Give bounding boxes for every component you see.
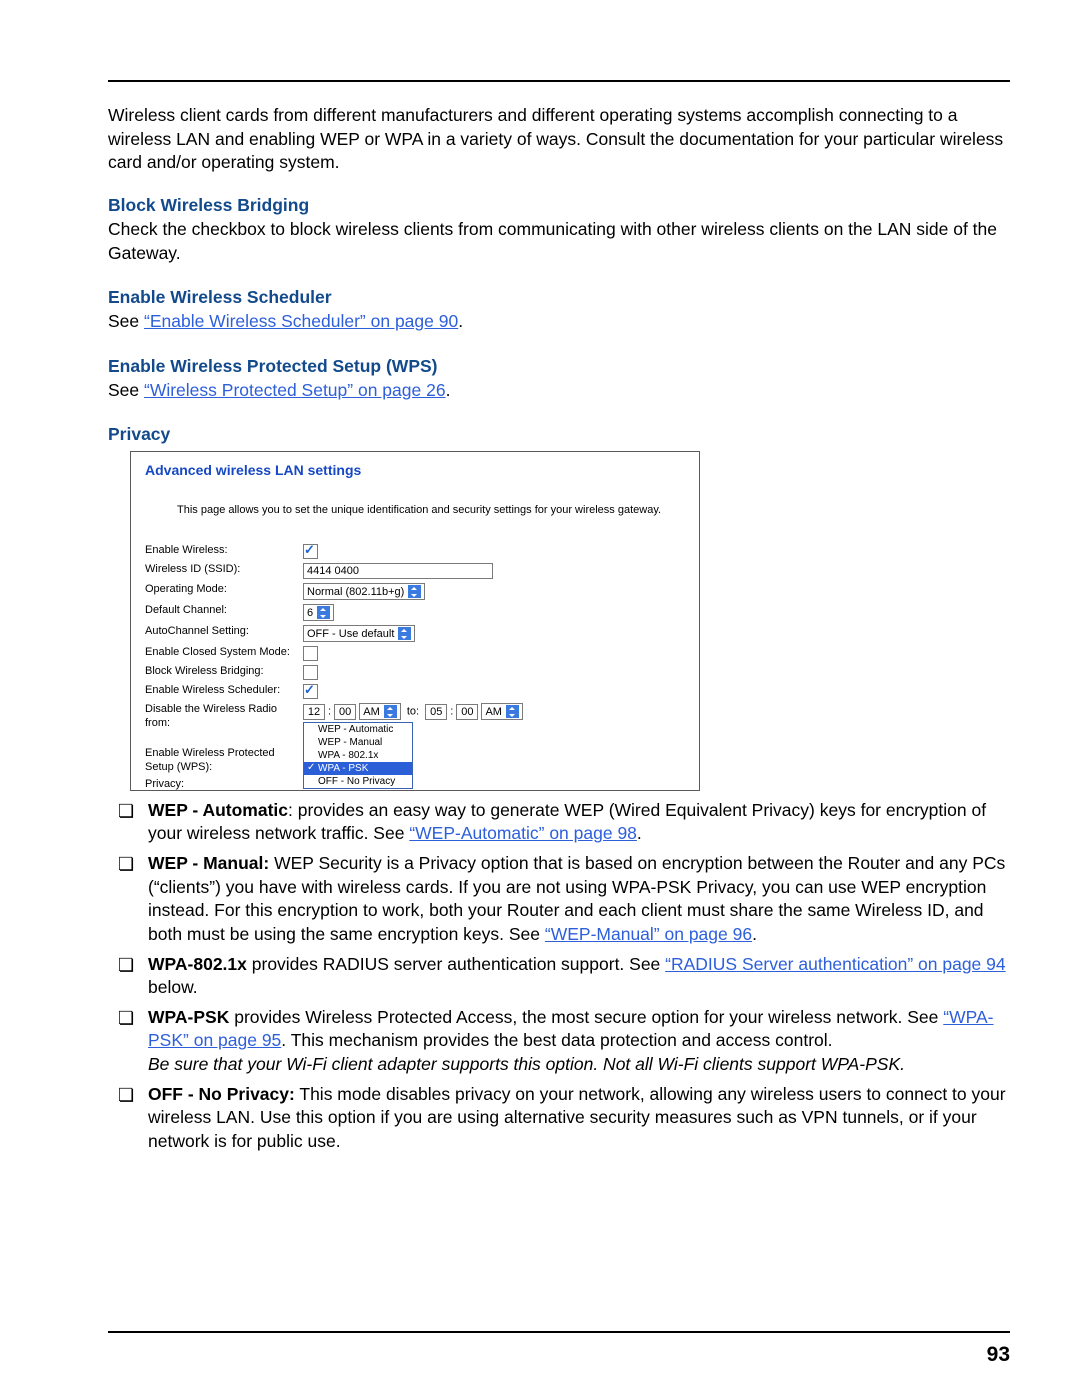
heading-wps: Enable Wireless Protected Setup (WPS) <box>108 356 1010 377</box>
item-psk-note: Be sure that your Wi-Fi client adapter s… <box>148 1054 905 1074</box>
select-mode[interactable]: Normal (802.11b+g) <box>303 583 425 600</box>
wps-body: See “Wireless Protected Setup” on page 2… <box>108 379 1010 403</box>
item-off: OFF - No Privacy: This mode disables pri… <box>118 1083 1010 1154</box>
shot-desc: This page allows you to set the unique i… <box>177 504 685 516</box>
below-text: below. <box>148 977 198 997</box>
input-from-mm[interactable] <box>334 704 356 720</box>
item-psk-title: WPA-PSK <box>148 1007 229 1027</box>
link-radius[interactable]: “RADIUS Server authentication” on page 9… <box>665 954 1005 974</box>
item-psk-text1: provides Wireless Protected Access, the … <box>229 1007 943 1027</box>
select-to-ampm[interactable]: AM <box>481 703 523 720</box>
period: . <box>458 311 463 331</box>
item-wep-auto-title: WEP - Automatic <box>148 800 288 820</box>
row-ssid: Wireless ID (SSID): <box>145 563 685 579</box>
page: Wireless client cards from different man… <box>0 0 1080 1397</box>
label-ssid: Wireless ID (SSID): <box>145 563 303 575</box>
shot-title: Advanced wireless LAN settings <box>145 462 685 478</box>
link-wep-manual[interactable]: “WEP-Manual” on page 96 <box>545 924 752 944</box>
row-sched: Enable Wireless Scheduler: <box>145 684 685 699</box>
checkbox-sched[interactable] <box>303 684 318 699</box>
updown-icon <box>506 705 519 718</box>
row-disable-radio: Disable the Wireless Radio from: : AM to… <box>145 703 685 789</box>
item-wpa-text: provides RADIUS server authentication su… <box>247 954 665 974</box>
label-channel: Default Channel: <box>145 604 303 616</box>
link-wep-auto[interactable]: “WEP-Automatic” on page 98 <box>409 823 637 843</box>
label-wps: Enable Wireless Protected Setup (WPS): <box>145 747 303 773</box>
period: . <box>752 924 757 944</box>
row-autochannel: AutoChannel Setting: OFF - Use default <box>145 625 685 642</box>
block-bridging-body: Check the checkbox to block wireless cli… <box>108 218 1010 265</box>
privacy-opt-wep-manual[interactable]: WEP - Manual <box>304 736 412 749</box>
item-wpa-title: WPA-802.1x <box>148 954 247 974</box>
checkbox-enable-wireless[interactable] <box>303 544 318 559</box>
label-mode: Operating Mode: <box>145 583 303 595</box>
input-to-hh[interactable] <box>425 704 447 720</box>
heading-block-bridging: Block Wireless Bridging <box>108 195 1010 216</box>
to-label: to: <box>407 706 419 718</box>
item-wep-manual-title: WEP - Manual: <box>148 853 269 873</box>
link-wps[interactable]: “Wireless Protected Setup” on page 26 <box>144 380 446 400</box>
bottom-rule <box>108 1331 1010 1333</box>
item-wpa-psk: WPA-PSK provides Wireless Protected Acce… <box>118 1006 1010 1077</box>
label-block: Block Wireless Bridging: <box>145 665 303 677</box>
input-from-hh[interactable] <box>303 704 325 720</box>
select-channel[interactable]: 6 <box>303 604 334 621</box>
scheduler-body: See “Enable Wireless Scheduler” on page … <box>108 310 1010 334</box>
settings-screenshot: Advanced wireless LAN settings This page… <box>130 451 700 790</box>
row-channel: Default Channel: 6 <box>145 604 685 621</box>
select-from-ampm[interactable]: AM <box>359 703 401 720</box>
page-number: 93 <box>987 1343 1010 1367</box>
label-enable-wireless: Enable Wireless: <box>145 544 303 556</box>
item-wep-manual: WEP - Manual: WEP Security is a Privacy … <box>118 852 1010 947</box>
privacy-opt-wpa-8021x[interactable]: WPA - 802.1x <box>304 749 412 762</box>
intro-paragraph: Wireless client cards from different man… <box>108 104 1010 175</box>
checkbox-block[interactable] <box>303 665 318 680</box>
heading-privacy: Privacy <box>108 424 1010 445</box>
period: . <box>446 380 451 400</box>
updown-icon <box>408 585 421 598</box>
row-enable-wireless: Enable Wireless: <box>145 544 685 559</box>
label-disable-radio: Disable the Wireless Radio from: <box>145 703 303 729</box>
label-sched: Enable Wireless Scheduler: <box>145 684 303 696</box>
from-ampm-value: AM <box>363 706 380 718</box>
updown-icon <box>317 606 330 619</box>
row-closed: Enable Closed System Mode: <box>145 646 685 661</box>
see-text: See <box>108 311 144 331</box>
privacy-opt-wpa-psk[interactable]: WPA - PSK <box>304 762 412 775</box>
disable-radio-controls: : AM to: : AM WEP - Automatic WEP - Manu… <box>303 703 523 789</box>
checkbox-closed[interactable] <box>303 646 318 661</box>
item-off-title: OFF - No Privacy: <box>148 1084 295 1104</box>
updown-icon <box>398 627 411 640</box>
input-ssid[interactable] <box>303 563 493 579</box>
period: . <box>637 823 642 843</box>
to-ampm-value: AM <box>485 706 502 718</box>
see-text: See <box>108 380 144 400</box>
item-wpa-8021x: WPA-802.1x provides RADIUS server authen… <box>118 953 1010 1000</box>
label-autochannel: AutoChannel Setting: <box>145 625 303 637</box>
top-rule <box>108 80 1010 82</box>
privacy-dropdown-list[interactable]: WEP - Automatic WEP - Manual WPA - 802.1… <box>303 722 413 789</box>
heading-enable-scheduler: Enable Wireless Scheduler <box>108 287 1010 308</box>
select-mode-value: Normal (802.11b+g) <box>307 586 404 598</box>
updown-icon <box>384 705 397 718</box>
select-autochannel[interactable]: OFF - Use default <box>303 625 415 642</box>
link-scheduler[interactable]: “Enable Wireless Scheduler” on page 90 <box>144 311 458 331</box>
privacy-option-list: WEP - Automatic: provides an easy way to… <box>118 799 1010 1154</box>
label-closed: Enable Closed System Mode: <box>145 646 303 658</box>
privacy-opt-wep-auto[interactable]: WEP - Automatic <box>304 723 412 736</box>
row-block: Block Wireless Bridging: <box>145 665 685 680</box>
item-wep-auto: WEP - Automatic: provides an easy way to… <box>118 799 1010 846</box>
select-channel-value: 6 <box>307 607 313 619</box>
row-mode: Operating Mode: Normal (802.11b+g) <box>145 583 685 600</box>
input-to-mm[interactable] <box>456 704 478 720</box>
privacy-opt-off[interactable]: OFF - No Privacy <box>304 775 412 788</box>
select-autochannel-value: OFF - Use default <box>307 628 394 640</box>
item-psk-text2: . This mechanism provides the best data … <box>281 1030 832 1050</box>
label-privacy: Privacy: <box>145 778 303 790</box>
